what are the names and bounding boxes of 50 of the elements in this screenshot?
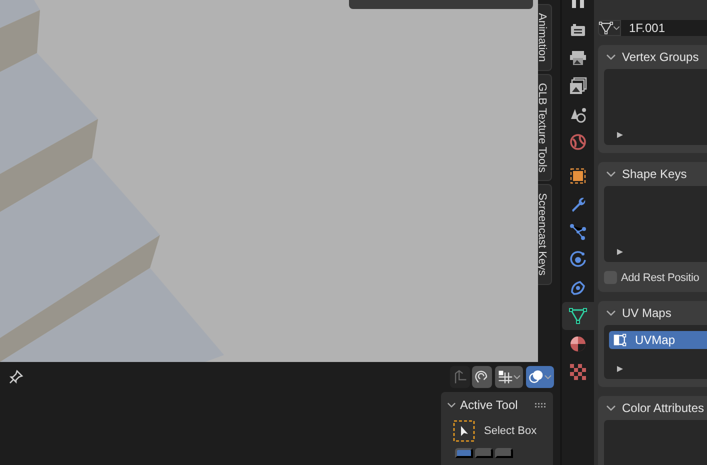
overlay-icon bbox=[528, 369, 544, 385]
scene-icon bbox=[569, 105, 587, 123]
wrench-icon bbox=[569, 195, 587, 213]
chevron-down-icon bbox=[513, 374, 521, 380]
image-stack-icon bbox=[569, 77, 587, 95]
chevron-down-icon bbox=[544, 374, 552, 380]
printer-icon bbox=[569, 49, 587, 67]
panel-title: Color Attributes bbox=[622, 401, 704, 415]
chevron-down-icon bbox=[613, 25, 620, 31]
mode-button[interactable] bbox=[455, 448, 473, 458]
panel-title: Vertex Groups bbox=[622, 50, 699, 64]
sidebar-tab[interactable]: Screencast Keys bbox=[538, 184, 552, 285]
triangle-mesh-icon bbox=[599, 21, 613, 35]
sidebar-tab[interactable]: GLB Texture Tools bbox=[538, 74, 552, 182]
orbit-icon bbox=[569, 251, 587, 269]
grid-snap-button[interactable] bbox=[495, 366, 523, 388]
chevron-icon[interactable] bbox=[606, 53, 616, 61]
chevron-icon[interactable] bbox=[606, 309, 616, 317]
magnet-button[interactable] bbox=[472, 366, 492, 388]
tool-icon bbox=[569, 0, 587, 8]
globe-icon bbox=[569, 133, 587, 151]
square-icon bbox=[569, 167, 587, 185]
expand-icon[interactable] bbox=[616, 365, 624, 373]
expand-icon[interactable] bbox=[616, 131, 624, 139]
uv-icon bbox=[613, 333, 627, 347]
triangle-mesh-icon bbox=[569, 307, 587, 325]
expand-icon[interactable] bbox=[616, 248, 624, 256]
particles-icon bbox=[569, 223, 587, 241]
mode-button[interactable] bbox=[475, 448, 493, 458]
list-item[interactable]: UVMap bbox=[609, 331, 707, 349]
pin-icon[interactable] bbox=[8, 369, 24, 385]
sphere-icon bbox=[569, 335, 587, 353]
chevron-icon[interactable] bbox=[606, 170, 616, 178]
sidebar-tab[interactable]: Animation bbox=[538, 4, 552, 71]
grid-snap-icon bbox=[497, 369, 513, 385]
chevron-icon[interactable] bbox=[447, 401, 456, 409]
checkbox-label: Add Rest Positio bbox=[621, 272, 700, 284]
panel-title: Active Tool bbox=[460, 398, 518, 412]
panel-title: UV Maps bbox=[622, 306, 672, 320]
properties-tab[interactable] bbox=[562, 302, 594, 330]
tool-name: Select Box bbox=[484, 425, 537, 437]
magnet-icon bbox=[474, 369, 490, 385]
panel-title: Shape Keys bbox=[622, 167, 687, 181]
overlay-button[interactable] bbox=[526, 366, 554, 388]
mesh-type-dropdown[interactable] bbox=[598, 20, 621, 36]
chevron-icon[interactable] bbox=[606, 404, 616, 412]
mesh-name-field[interactable]: 1F.001 bbox=[621, 20, 707, 36]
mode-button[interactable] bbox=[495, 448, 513, 458]
grip-icon[interactable] bbox=[535, 402, 547, 408]
select-box-icon[interactable] bbox=[453, 420, 475, 442]
